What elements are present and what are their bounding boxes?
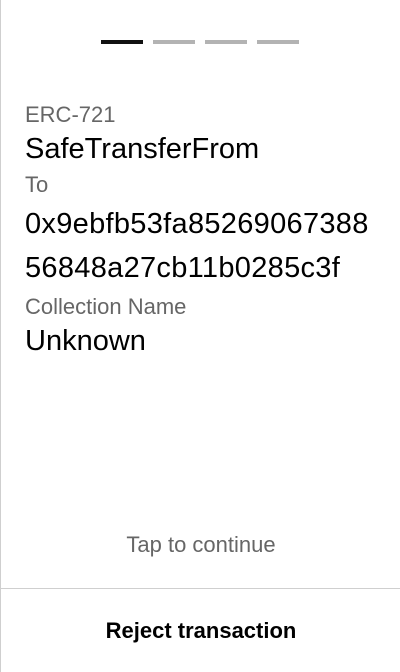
token-standard-label: ERC-721 (25, 102, 116, 127)
to-label: To (25, 172, 49, 197)
step-indicator-3 (205, 40, 247, 44)
collection-name-label: Collection Name (25, 294, 187, 319)
tap-to-continue-hint[interactable]: Tap to continue (1, 532, 400, 558)
recipient-address: 0x9ebfb53fa8526906738856848a27cb11b0285c… (25, 208, 369, 284)
transaction-details[interactable]: ERC-721 SafeTransferFrom To 0x9ebfb53fa8… (25, 100, 377, 362)
step-progress-indicator (101, 40, 299, 44)
step-indicator-1 (101, 40, 143, 44)
method-name: SafeTransferFrom (25, 133, 260, 165)
reject-transaction-button[interactable]: Reject transaction (1, 589, 400, 672)
step-indicator-2 (153, 40, 195, 44)
collection-name-value: Unknown (25, 325, 146, 357)
step-indicator-4 (257, 40, 299, 44)
